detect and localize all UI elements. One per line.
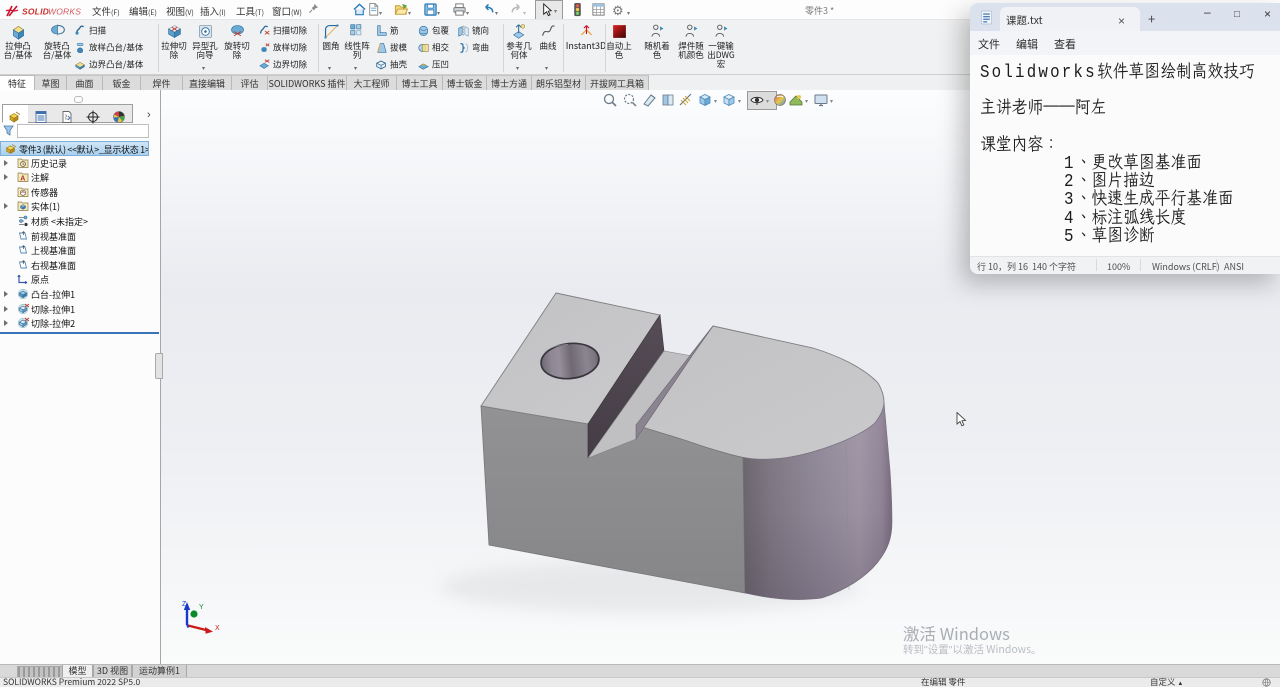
svg-text:Z: Z (182, 601, 187, 608)
svg-text:SOLID: SOLID (22, 7, 49, 17)
svg-text:WORKS: WORKS (48, 7, 81, 17)
svg-text:Y: Y (199, 604, 204, 611)
svg-text:X: X (215, 625, 220, 632)
svg-text:A: A (20, 176, 25, 183)
